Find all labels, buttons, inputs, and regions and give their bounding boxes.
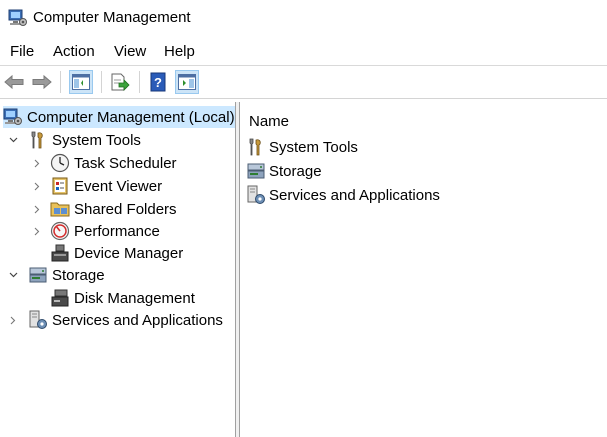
list-item-system-tools[interactable]: System Tools <box>246 136 358 158</box>
system-tools-icon <box>31 131 43 149</box>
list-item-label: Services and Applications <box>269 186 440 204</box>
computer-management-icon <box>3 108 22 125</box>
storage-icon <box>29 267 47 283</box>
chevron-right-icon[interactable] <box>32 158 42 168</box>
list-item-label: Storage <box>269 162 322 180</box>
task-scheduler-icon <box>50 153 70 173</box>
tree-item-label: Computer Management (Local) <box>27 108 235 126</box>
menu-view[interactable]: View <box>112 43 148 61</box>
services-applications-icon <box>29 310 47 329</box>
event-viewer-icon <box>52 177 68 195</box>
performance-icon <box>50 221 70 241</box>
menu-bar: File Action View Help <box>0 40 607 64</box>
tree-item-label: Event Viewer <box>74 177 163 195</box>
show-hide-console-tree-button[interactable] <box>69 70 93 94</box>
console-tree-icon <box>72 74 90 90</box>
tree-item-storage[interactable]: Storage <box>8 264 105 286</box>
services-applications-icon <box>247 185 265 204</box>
tree-item-label: System Tools <box>52 131 141 149</box>
list-item-services-and-applications[interactable]: Services and Applications <box>246 184 440 206</box>
back-button[interactable] <box>2 70 26 94</box>
tree-item-event-viewer[interactable]: Event Viewer <box>32 175 162 197</box>
storage-icon <box>247 163 265 179</box>
chevron-right-icon[interactable] <box>8 315 18 325</box>
title-bar: Computer Management <box>0 0 607 38</box>
tree-item-system-tools[interactable]: System Tools <box>8 129 141 151</box>
tree-item-shared-folders[interactable]: Shared Folders <box>32 198 177 220</box>
toolbar-separator <box>60 71 61 93</box>
tree-item-label: Performance <box>74 222 160 240</box>
help-icon: ? <box>150 72 166 92</box>
toolbar-border <box>0 98 607 99</box>
chevron-right-icon[interactable] <box>32 204 42 214</box>
toolbar: ? <box>0 66 607 98</box>
tree-item-services-and-applications[interactable]: Services and Applications <box>8 309 223 331</box>
device-manager-icon <box>51 244 69 262</box>
tree-item-performance[interactable]: Performance <box>32 220 160 242</box>
tree-item-device-manager[interactable]: Device Manager <box>50 242 183 264</box>
results-pane[interactable]: Name System Tools Storage Services and A… <box>240 102 607 437</box>
tree-item-label: Disk Management <box>74 289 195 307</box>
disk-management-icon <box>51 289 69 307</box>
system-tools-icon <box>249 138 261 156</box>
menu-action[interactable]: Action <box>51 43 97 61</box>
tree-item-label: Services and Applications <box>52 311 223 329</box>
svg-text:?: ? <box>154 75 162 90</box>
tree-item-label: Storage <box>52 266 105 284</box>
tree-item-label: Shared Folders <box>74 200 177 218</box>
list-item-label: System Tools <box>269 138 358 156</box>
menu-help[interactable]: Help <box>162 43 197 61</box>
action-pane-icon <box>178 74 196 90</box>
shared-folders-icon <box>50 202 70 217</box>
chevron-down-icon[interactable] <box>8 270 18 280</box>
forward-arrow-icon <box>32 74 52 90</box>
menu-file[interactable]: File <box>8 43 36 61</box>
chevron-right-icon[interactable] <box>32 181 42 191</box>
forward-button[interactable] <box>30 70 54 94</box>
chevron-down-icon[interactable] <box>8 135 18 145</box>
console-tree[interactable]: Computer Management (Local) System Tools <box>0 102 238 437</box>
tree-item-label: Task Scheduler <box>74 154 177 172</box>
tree-item-task-scheduler[interactable]: Task Scheduler <box>32 152 177 174</box>
tree-item-disk-management[interactable]: Disk Management <box>50 287 195 309</box>
computer-management-window: Computer Management File Action View Hel… <box>0 0 607 437</box>
chevron-right-icon[interactable] <box>32 226 42 236</box>
window-title: Computer Management <box>33 9 191 26</box>
tree-item-label: Device Manager <box>74 244 184 262</box>
computer-management-icon <box>8 9 27 26</box>
list-item-storage[interactable]: Storage <box>246 160 322 182</box>
toolbar-separator <box>139 71 140 93</box>
help-button[interactable]: ? <box>146 70 170 94</box>
tree-root-computer-management[interactable]: Computer Management (Local) <box>3 106 238 128</box>
export-list-button[interactable] <box>108 70 132 94</box>
toolbar-separator <box>101 71 102 93</box>
back-arrow-icon <box>4 74 24 90</box>
column-header-name[interactable]: Name <box>249 113 289 130</box>
export-list-icon <box>111 73 130 91</box>
show-hide-action-pane-button[interactable] <box>175 70 199 94</box>
